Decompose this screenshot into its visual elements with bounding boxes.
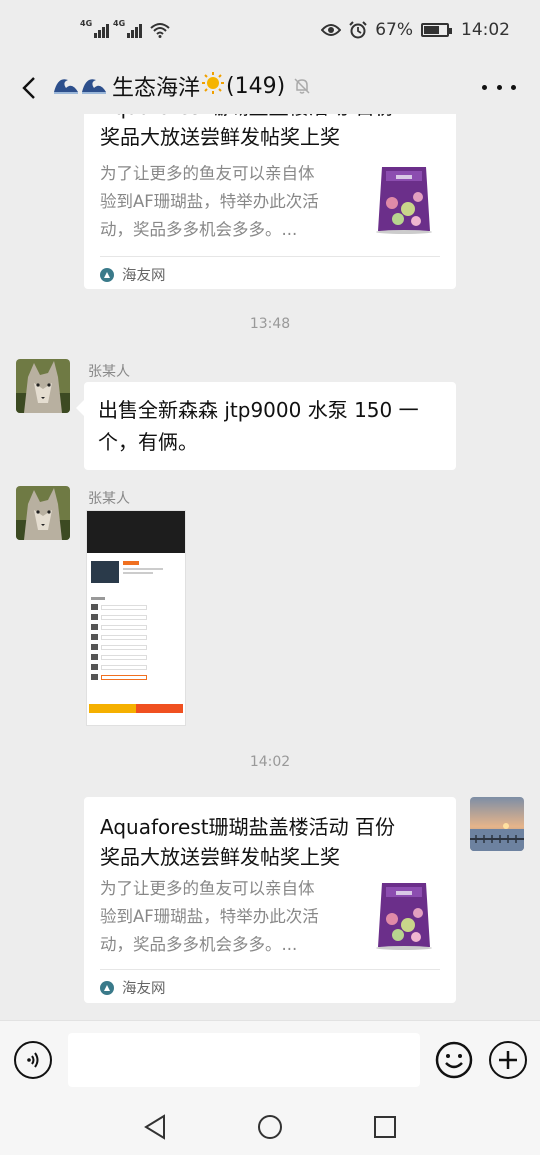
timestamp: 14:02 [249, 754, 291, 770]
battery-percent: 67% [375, 20, 413, 40]
message-bubble[interactable]: 出售全新森森 jtp9000 水泵 150 一 个，有俩。 [76, 382, 456, 470]
sender-name: 张某人 [88, 491, 130, 507]
source-logo-icon [100, 980, 114, 995]
battery-icon [421, 23, 452, 37]
voice-button[interactable] [14, 1041, 52, 1079]
member-count: (149) [226, 73, 286, 99]
circle-home-icon [258, 1115, 282, 1139]
link-card[interactable]: Aquaforest珊瑚盐盖楼活动 百份 奖品大放送尝鲜发帖奖上奖 为了让更多的… [84, 114, 456, 289]
sun-emoji-icon [201, 71, 225, 101]
mute-bell-icon [293, 77, 311, 95]
image-message[interactable] [86, 510, 186, 726]
wave-emoji-icon [52, 72, 108, 101]
plus-button[interactable] [489, 1041, 527, 1079]
nav-recents-button[interactable] [370, 1112, 400, 1142]
message-input[interactable] [68, 1033, 420, 1087]
voice-icon [27, 1052, 39, 1068]
avatar[interactable] [16, 486, 70, 540]
signal-icon: 4G [113, 20, 142, 38]
status-bar: 4G 4G 67% 14:02 [0, 0, 540, 62]
card-source: 海友网 [100, 977, 166, 998]
triangle-back-icon [144, 1114, 165, 1140]
back-arrow-icon [22, 77, 35, 99]
card-separator [100, 969, 440, 970]
nav-back-button[interactable] [140, 1112, 170, 1142]
card-description: 为了让更多的鱼友可以亲自体 验到AF珊瑚盐，特举办此次活 动，奖品多多机会多多。… [100, 164, 319, 239]
eye-icon [321, 23, 342, 37]
card-source: 海友网 [100, 264, 166, 285]
product-bag-image [368, 163, 440, 235]
product-photo [91, 561, 181, 583]
card-title: Aquaforest珊瑚盐盖楼活动 百份 奖品大放送尝鲜发帖奖上奖 [100, 114, 395, 149]
plus-icon [499, 1051, 517, 1069]
card-title: Aquaforest珊瑚盐盖楼活动 百份 奖品大放送尝鲜发帖奖上奖 [100, 815, 395, 869]
back-button[interactable] [14, 68, 44, 108]
status-right: 67% 14:02 [321, 20, 510, 40]
sim2-label: 4G [113, 19, 126, 28]
source-logo-icon [100, 267, 114, 282]
input-bar [0, 1020, 540, 1098]
nav-home-button[interactable] [255, 1112, 285, 1142]
wifi-icon [150, 22, 170, 38]
square-recents-icon [374, 1116, 396, 1138]
clock: 14:02 [461, 20, 510, 40]
card-separator [100, 256, 440, 257]
chat-title[interactable]: 生态海洋 (149) [52, 70, 311, 102]
self-avatar[interactable] [470, 797, 524, 851]
signal-group: 4G 4G [80, 20, 170, 38]
emoji-icon [435, 1041, 473, 1079]
chat-header: 生态海洋 (149) [0, 62, 540, 114]
alarm-icon [349, 21, 367, 39]
message-list[interactable]: Aquaforest珊瑚盐盖楼活动 百份 奖品大放送尝鲜发帖奖上奖 为了让更多的… [0, 114, 540, 1020]
timestamp: 13:48 [249, 316, 291, 332]
group-name: 生态海洋 [112, 76, 201, 101]
product-bag-image [368, 879, 440, 951]
more-button[interactable] [482, 72, 516, 102]
avatar[interactable] [16, 359, 70, 413]
sender-name: 张某人 [88, 364, 130, 380]
link-card[interactable]: Aquaforest珊瑚盐盖楼活动 百份 奖品大放送尝鲜发帖奖上奖 为了让更多的… [84, 797, 456, 1003]
sim1-label: 4G [80, 19, 93, 28]
more-icon [482, 84, 487, 90]
system-navigation [0, 1098, 540, 1155]
emoji-button[interactable] [435, 1041, 473, 1079]
signal-icon: 4G [80, 20, 109, 38]
card-description: 为了让更多的鱼友可以亲自体 验到AF珊瑚盐，特举办此次活 动，奖品多多机会多多。… [100, 879, 319, 954]
